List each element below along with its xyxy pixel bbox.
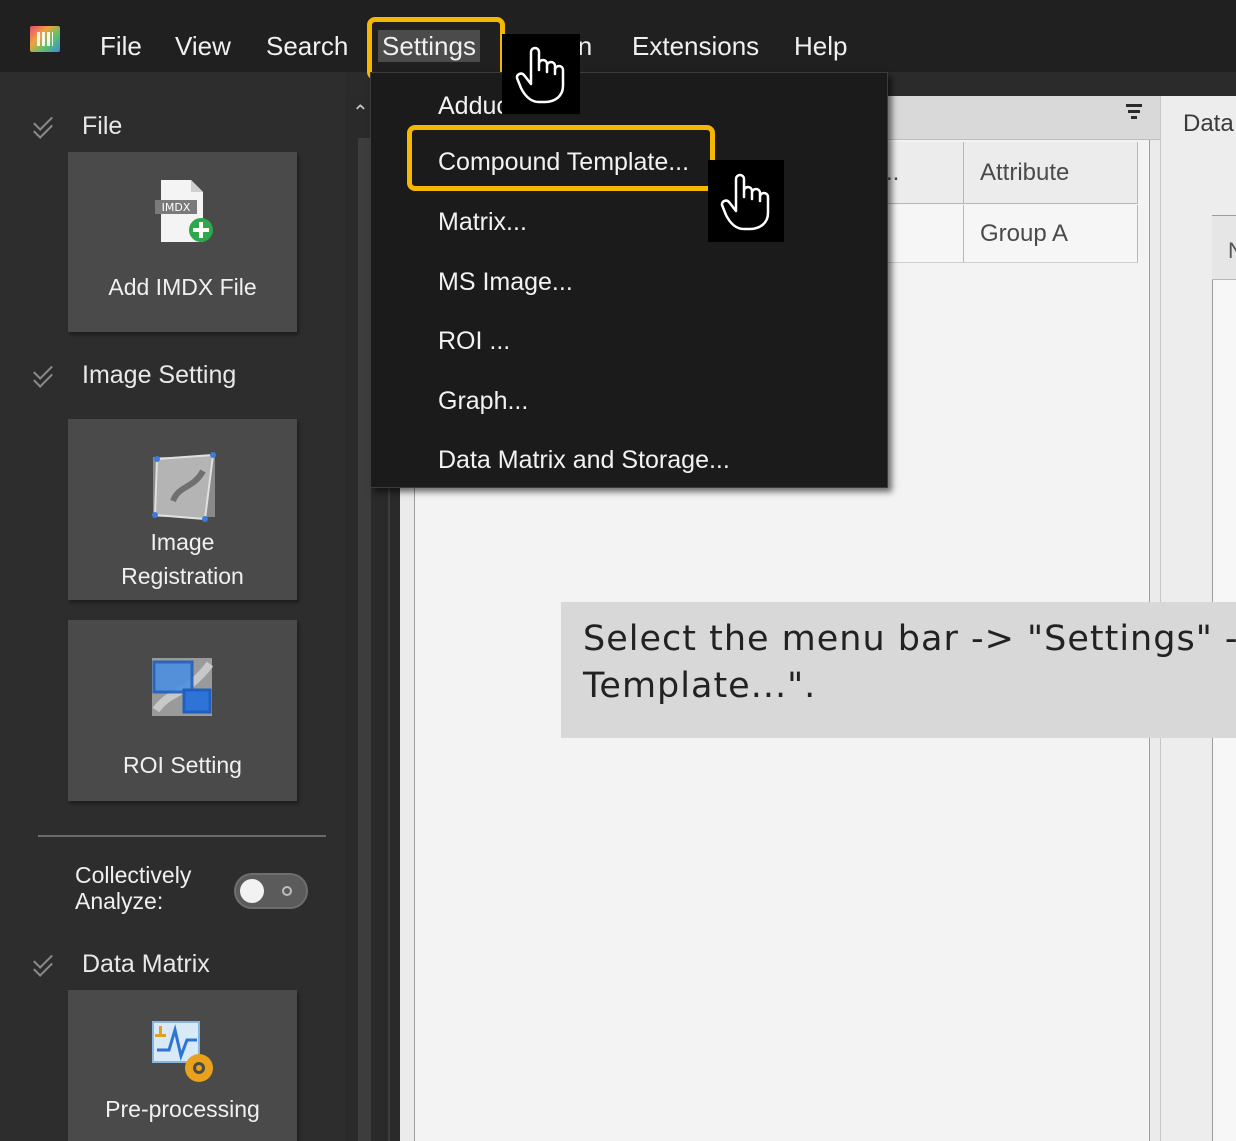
section-file[interactable]: File [30,112,122,141]
menu-item-roi[interactable]: ROI ... [438,327,510,356]
hand-cursor-icon [708,160,784,242]
menu-settings[interactable]: Settings [378,30,480,62]
image-registration-icon [151,452,216,522]
menu-extensions[interactable]: Extensions [632,30,759,62]
menu-help[interactable]: Help [794,30,847,62]
menu-view[interactable]: View [175,30,231,62]
data-table-header-label[interactable]: N [1228,238,1236,264]
add-imdx-file-button[interactable]: IMDX Add IMDX File [68,152,297,332]
toggle-off-indicator [282,886,292,896]
roi-setting-button[interactable]: ROI Setting [68,620,297,801]
menu-item-graph[interactable]: Graph... [438,387,528,416]
app-logo-icon[interactable] [30,26,60,52]
roi-setting-label: ROI Setting [123,752,242,778]
instruction-caption: Select the menu bar -> "Settings" -> "Co… [561,602,1236,738]
chevron-down-icon [30,365,56,387]
chevron-down-icon [30,116,56,138]
section-image-setting-label: Image Setting [82,361,237,389]
collectively-analyze-label: Collectively Analyze: [75,862,192,914]
roi-setting-icon [151,658,213,716]
section-data-matrix[interactable]: Data Matrix [30,950,210,979]
table-cell-attribute[interactable]: Group A [964,205,1138,263]
menu-item-compound-template[interactable]: Compound Template... [438,148,689,177]
pre-processing-button[interactable]: Pre-processing [68,990,297,1141]
menu-bar: File View Search Settings Action Extensi… [0,0,1236,72]
section-data-matrix-label: Data Matrix [82,950,210,978]
hand-cursor-icon [502,34,580,114]
menu-item-matrix[interactable]: Matrix... [438,208,527,237]
section-image-setting[interactable]: Image Setting [30,361,236,390]
table-header-attribute[interactable]: Attribute [964,142,1138,204]
chevron-down-icon [30,954,56,976]
sidebar-divider [38,835,326,837]
tab-data[interactable]: Data [1183,110,1234,138]
scroll-up-icon[interactable]: ⌃ [352,100,369,125]
section-file-label: File [82,112,123,140]
add-imdx-file-label: Add IMDX File [108,274,257,300]
menu-file[interactable]: File [100,30,142,62]
toggle-knob [240,879,264,903]
menu-search[interactable]: Search [266,30,348,62]
svg-text:IMDX: IMDX [161,201,190,214]
filter-icon[interactable] [1126,104,1142,119]
pre-processing-icon [151,1021,213,1082]
menu-item-data-matrix-storage[interactable]: Data Matrix and Storage... [438,446,730,475]
image-registration-button[interactable]: Image Registration [68,419,297,600]
image-registration-label: Image Registration [121,529,244,589]
pre-processing-label: Pre-processing [105,1096,260,1122]
collectively-analyze-toggle[interactable] [234,873,308,909]
menu-item-ms-image[interactable]: MS Image... [438,268,573,297]
add-file-icon: IMDX [154,180,213,242]
